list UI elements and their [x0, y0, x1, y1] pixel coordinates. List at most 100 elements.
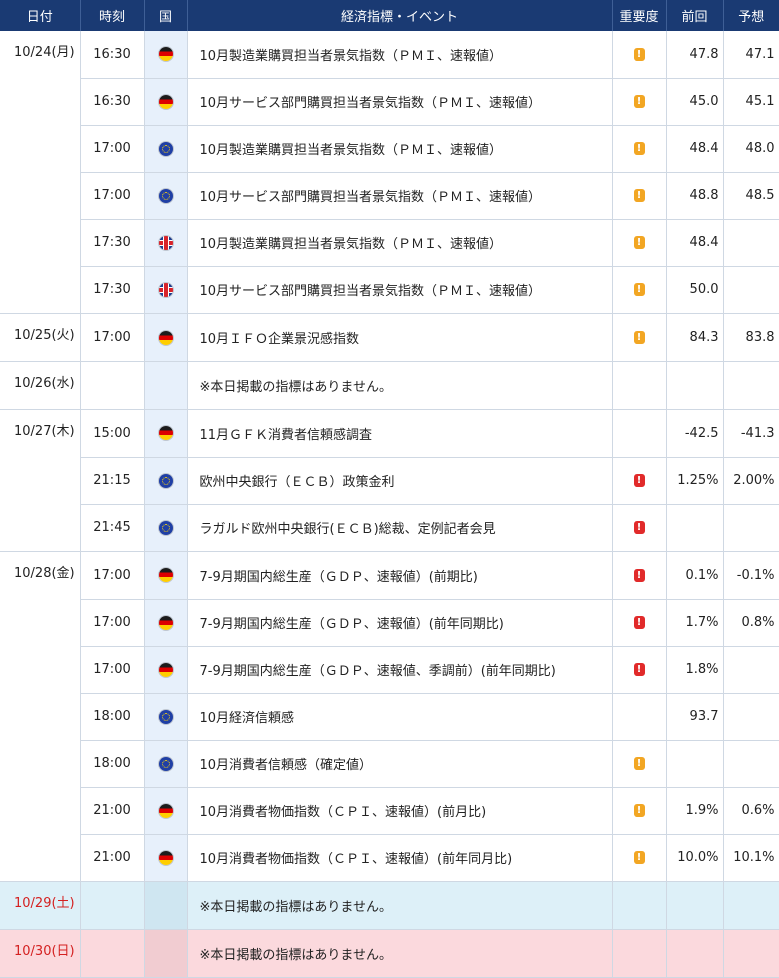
eu-flag-icon [158, 709, 173, 724]
table-row: 17:30 10月サービス部門購買担当者景気指数（ＰＭＩ、速報値）! 50.0 [0, 266, 779, 314]
date-cell [0, 787, 81, 834]
forecast-value: 83.8 [723, 313, 779, 362]
importance-high-icon: ! [633, 521, 645, 535]
table-row: 18:00 10月経済信頼感 93.7 [0, 693, 779, 741]
importance-high-icon: ! [633, 663, 645, 676]
importance-cell [612, 929, 667, 978]
event-name: ラガルド欧州中央銀行(ＥＣＢ)総裁、定例記者会見 [187, 504, 613, 552]
importance-cell [612, 361, 667, 410]
importance-cell [612, 881, 667, 930]
country-cell [144, 361, 188, 410]
date-cell: 10/30(日) [0, 929, 81, 978]
table-row: 21:00 10月消費者物価指数（ＣＰＩ、速報値）(前年同月比)! 10.0% 10.… [0, 834, 779, 882]
country-cell [144, 172, 188, 220]
previous-value: 48.4 [666, 125, 724, 173]
table-row: 10/24(月) 16:30 10月製造業購買担当者景気指数（ＰＭＩ、速報値）! 47… [0, 31, 779, 79]
importance-cell: ! [612, 457, 667, 505]
country-cell [144, 881, 188, 930]
table-row: 10/25(火) 17:00 10月ＩＦＯ企業景況感指数! 84.3 83.8 [0, 313, 779, 362]
col-header-previous: 前回 [665, 0, 723, 31]
date-cell [0, 599, 81, 646]
table-row: 21:00 10月消費者物価指数（ＣＰＩ、速報値）(前月比)! 1.9% 0.6% [0, 787, 779, 835]
importance-cell: ! [612, 125, 667, 173]
previous-value [666, 929, 724, 978]
forecast-value [723, 740, 779, 788]
date-cell [0, 78, 81, 125]
previous-value: 84.3 [666, 313, 724, 362]
time-cell [80, 881, 145, 930]
previous-value: 48.4 [666, 219, 724, 267]
forecast-value [723, 361, 779, 410]
time-cell [80, 361, 145, 410]
germany-flag-icon [158, 568, 173, 583]
previous-value [666, 361, 724, 410]
forecast-value: 0.6% [723, 787, 779, 835]
date-cell: 10/24(月) [0, 31, 81, 78]
country-cell [144, 31, 188, 79]
col-header-time: 時刻 [79, 0, 144, 31]
time-cell: 21:45 [80, 504, 145, 552]
table-row: 17:00 7-9月期国内総生産（ＧＤＰ、速報値）(前年同期比)! 1.7% 0.8% [0, 599, 779, 647]
previous-value: 50.0 [666, 266, 724, 314]
col-header-date: 日付 [0, 0, 80, 31]
event-name: ※本日掲載の指標はありません。 [187, 929, 613, 978]
forecast-value: 10.1% [723, 834, 779, 882]
forecast-value: 2.00% [723, 457, 779, 505]
header-row: 日付 時刻 国 経済指標・イベント 重要度 前回 予想 [0, 0, 779, 31]
importance-cell: ! [612, 172, 667, 220]
table-row: 10/28(金) 17:00 7-9月期国内総生産（ＧＤＰ、速報値）(前期比)! 0.… [0, 551, 779, 600]
importance-medium-icon: ! [633, 851, 645, 865]
forecast-value [723, 693, 779, 741]
forecast-value [723, 646, 779, 694]
table-row: 16:30 10月サービス部門購買担当者景気指数（ＰＭＩ、速報値）! 45.0 45.… [0, 78, 779, 126]
previous-value: 1.9% [666, 787, 724, 835]
date-cell [0, 219, 81, 266]
importance-medium-icon: ! [633, 804, 645, 817]
country-cell [144, 787, 188, 835]
date-cell: 10/28(金) [0, 551, 81, 599]
event-name: 10月製造業購買担当者景気指数（ＰＭＩ、速報値） [187, 31, 613, 79]
importance-cell: ! [612, 599, 667, 647]
event-name: 10月ＩＦＯ企業景況感指数 [187, 313, 613, 362]
uk-flag-icon [158, 235, 173, 250]
forecast-value: 0.8% [723, 599, 779, 647]
country-cell [144, 599, 188, 647]
event-name: 10月サービス部門購買担当者景気指数（ＰＭＩ、速報値） [187, 172, 613, 220]
uk-flag-icon [158, 282, 173, 297]
importance-cell: ! [612, 266, 667, 314]
country-cell [144, 125, 188, 173]
importance-cell: ! [612, 219, 667, 267]
country-cell [144, 78, 188, 126]
importance-medium-icon: ! [633, 47, 645, 61]
time-cell: 21:00 [80, 787, 145, 835]
importance-high-icon: ! [633, 474, 645, 487]
event-name: ※本日掲載の指標はありません。 [187, 881, 613, 930]
previous-value: 45.0 [666, 78, 724, 126]
time-cell: 18:00 [80, 740, 145, 788]
germany-flag-icon [158, 615, 173, 630]
table-row: 21:45 ラガルド欧州中央銀行(ＥＣＢ)総裁、定例記者会見! [0, 504, 779, 552]
time-cell: 21:15 [80, 457, 145, 505]
event-name: 10月サービス部門購買担当者景気指数（ＰＭＩ、速報値） [187, 78, 613, 126]
country-cell [144, 409, 188, 458]
table-row: 17:00 7-9月期国内総生産（ＧＤＰ、速報値、季調前）(前年同期比)! 1.8% [0, 646, 779, 694]
importance-cell: ! [612, 787, 667, 835]
previous-value: 1.25% [666, 457, 724, 505]
importance-high-icon: ! [633, 568, 645, 582]
economic-calendar-table: 日付 時刻 国 経済指標・イベント 重要度 前回 予想 10/24(月) 16:3… [0, 0, 779, 978]
time-cell: 21:00 [80, 834, 145, 882]
country-cell [144, 646, 188, 694]
forecast-value [723, 504, 779, 552]
country-cell [144, 266, 188, 314]
event-name: ※本日掲載の指標はありません。 [187, 361, 613, 410]
event-name: 10月消費者信頼感（確定値） [187, 740, 613, 788]
event-name: 10月製造業購買担当者景気指数（ＰＭＩ、速報値） [187, 125, 613, 173]
previous-value: 1.8% [666, 646, 724, 694]
previous-value: 10.0% [666, 834, 724, 882]
importance-medium-icon: ! [633, 236, 645, 249]
eu-flag-icon [158, 756, 173, 771]
importance-medium-icon: ! [633, 95, 645, 108]
eu-flag-icon [158, 188, 173, 203]
event-name: 10月製造業購買担当者景気指数（ＰＭＩ、速報値） [187, 219, 613, 267]
date-cell [0, 172, 81, 219]
